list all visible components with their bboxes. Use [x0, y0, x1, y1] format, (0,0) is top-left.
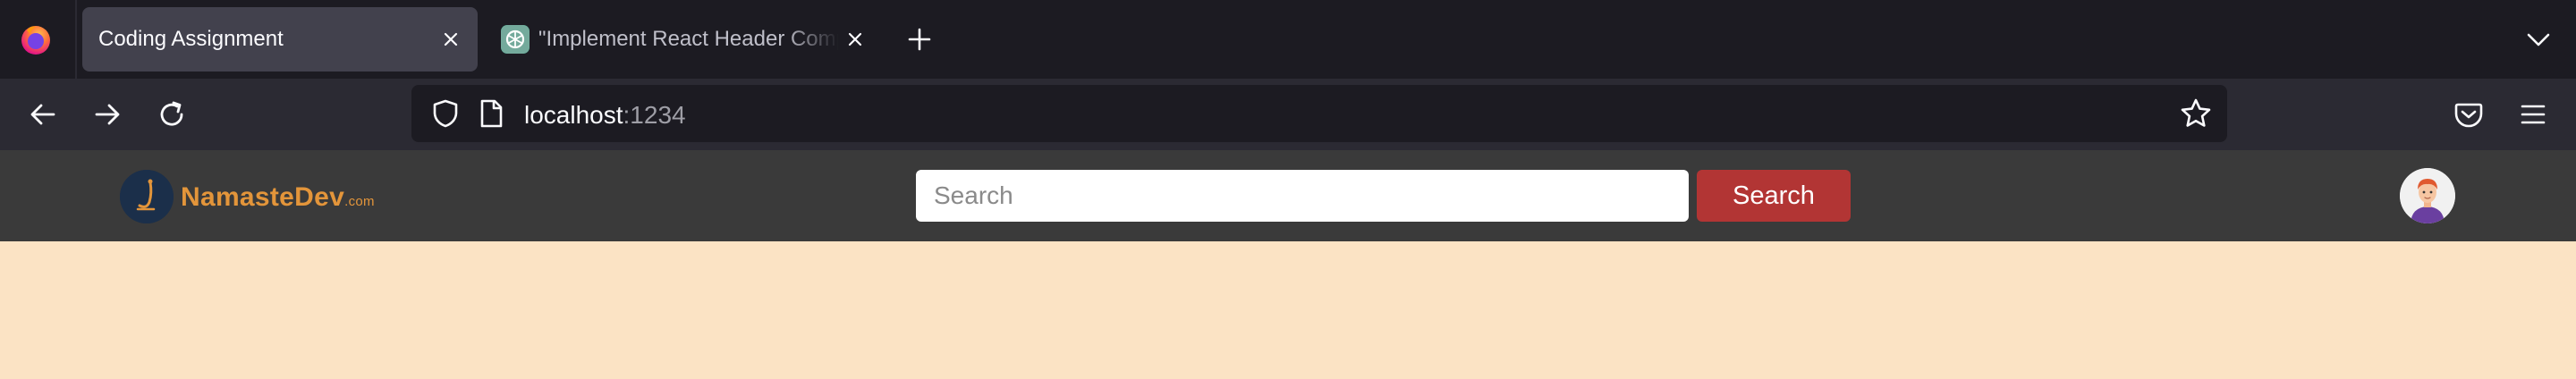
page-icon[interactable]: [476, 97, 506, 130]
logo-name: NamasteDev: [181, 182, 345, 212]
tab-coding-assignment[interactable]: Coding Assignment: [82, 7, 478, 72]
close-icon[interactable]: [843, 27, 868, 52]
shield-icon[interactable]: [429, 97, 462, 130]
url-port: :1234: [623, 101, 686, 129]
address-bar[interactable]: localhost:1234: [411, 85, 2227, 142]
url-host: localhost: [524, 101, 623, 129]
pocket-icon[interactable]: [2451, 97, 2487, 132]
star-icon[interactable]: [2179, 97, 2213, 131]
navigation-toolbar: localhost:1234: [0, 79, 2576, 150]
logo-domain: .com: [344, 194, 375, 209]
page-content: NamasteDev.com Search: [0, 150, 2576, 379]
tab-title: "Implement React Header Component": [538, 27, 839, 51]
search-input[interactable]: [916, 170, 1689, 222]
namastedev-logo-icon[interactable]: [120, 170, 174, 223]
reload-icon[interactable]: [154, 97, 190, 132]
new-tab-icon[interactable]: [905, 25, 934, 54]
chevron-down-icon[interactable]: [2524, 25, 2553, 54]
logo-text[interactable]: NamasteDev.com: [181, 182, 375, 213]
url-text[interactable]: localhost:1234: [524, 101, 686, 130]
forward-arrow-icon[interactable]: [89, 97, 125, 132]
search-button[interactable]: Search: [1697, 170, 1851, 222]
firefox-icon[interactable]: [18, 21, 54, 57]
user-avatar-icon[interactable]: [2400, 168, 2455, 223]
close-icon[interactable]: [438, 27, 463, 52]
tab-implement-react-header[interactable]: "Implement React Header Component": [492, 7, 877, 72]
menu-icon[interactable]: [2515, 97, 2551, 132]
openai-icon: [501, 25, 530, 54]
tab-title: Coding Assignment: [98, 27, 284, 51]
tab-separator: [75, 0, 77, 79]
back-arrow-icon[interactable]: [25, 97, 61, 132]
tab-strip: Coding Assignment "Implement React Heade…: [0, 0, 2576, 79]
app-header: NamasteDev.com Search: [0, 150, 2576, 241]
